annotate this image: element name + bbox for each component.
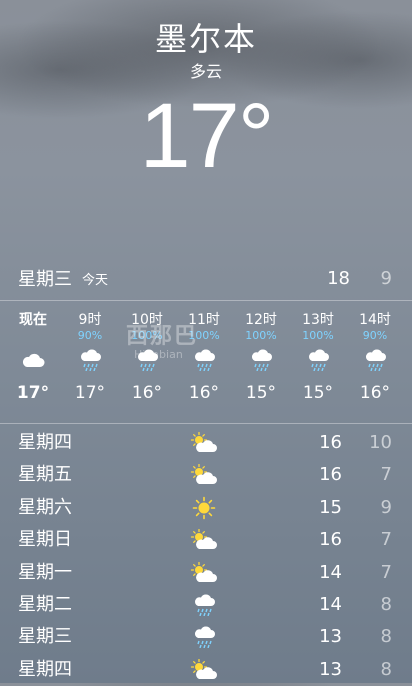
daily-row: 星期四 13 8 <box>0 654 412 686</box>
hour-temperature: 17° <box>74 383 106 403</box>
day-name: 星期四 <box>18 658 72 680</box>
day-high-temp: 13 <box>319 626 342 648</box>
hourly-item: 12时 100% 15° <box>232 305 290 417</box>
day-name: 星期四 <box>18 432 72 453</box>
hour-time: 现在 <box>19 312 47 328</box>
today-high-temp: 18 <box>327 267 350 289</box>
hour-temperature: 17° <box>16 383 50 403</box>
hourly-item: 10时 100% 16° <box>118 305 176 417</box>
hour-time: 9时 <box>78 312 102 328</box>
hour-precip-chance: 100% <box>131 329 163 342</box>
today-summary: 星期三 今天 18 9 <box>18 264 392 292</box>
cloud-rain-icon <box>346 343 404 377</box>
daily-row: 星期三 13 8 <box>0 621 412 653</box>
hourly-item: 9时 90% 17° <box>61 305 119 417</box>
partly-cloudy-icon <box>189 560 219 586</box>
daily-row: 星期二 14 8 <box>0 589 412 621</box>
cloud-icon <box>4 343 62 377</box>
hourly-item: 现在 17° <box>4 305 62 417</box>
day-name: 星期一 <box>18 561 72 583</box>
current-temperature: 17° <box>139 85 274 187</box>
hour-time: 13时 <box>302 312 334 328</box>
hour-precip-chance <box>4 329 62 343</box>
hour-temperature: 16° <box>131 383 163 403</box>
hour-precip-chance: 100% <box>188 329 220 342</box>
hourly-item: 14时 90% 16° <box>346 305 404 417</box>
day-low-temp: 7 <box>380 529 392 551</box>
current-condition: 多云 <box>189 62 222 81</box>
day-name: 星期日 <box>18 529 72 551</box>
cloud-rain-icon <box>175 343 233 377</box>
hour-temperature: 16° <box>188 383 220 403</box>
cloud-rain-icon <box>189 624 219 650</box>
cloud-rain-icon <box>61 343 119 377</box>
today-day-label: 星期三 <box>18 269 72 290</box>
partly-cloudy-icon <box>189 657 219 683</box>
hourly-item: 11时 100% 16° <box>175 305 233 417</box>
hour-temperature: 15° <box>302 383 334 403</box>
day-low-temp: 7 <box>380 561 392 583</box>
hour-temperature: 16° <box>359 383 391 403</box>
hour-time: 12时 <box>245 312 277 328</box>
hour-temperature: 15° <box>245 383 277 403</box>
daily-row: 星期五 16 7 <box>0 459 412 491</box>
cloud-rain-icon <box>118 343 176 377</box>
day-name: 星期二 <box>18 593 72 615</box>
day-high-temp: 16 <box>319 529 342 551</box>
cloud-rain-icon <box>289 343 347 377</box>
day-low-temp: 10 <box>369 432 392 453</box>
today-low-temp: 9 <box>380 267 392 289</box>
hour-time: 10时 <box>131 312 163 328</box>
day-high-temp: 14 <box>319 561 342 583</box>
today-tag: 今天 <box>82 272 109 288</box>
partly-cloudy-icon <box>189 430 219 456</box>
hour-time: 14时 <box>359 312 391 328</box>
hourly-item: 13时 100% 15° <box>289 305 347 417</box>
cloud-rain-icon <box>232 343 290 377</box>
cloud-rain-icon <box>189 592 219 618</box>
hour-precip-chance: 100% <box>245 329 277 342</box>
day-high-temp: 16 <box>319 464 342 486</box>
divider-bottom <box>0 423 412 424</box>
day-name: 星期六 <box>18 496 72 518</box>
partly-cloudy-icon <box>189 527 219 553</box>
divider-top <box>0 300 412 301</box>
daily-forecast[interactable]: 星期四 16 10 星期五 16 7 星期六 15 9 星期日 16 7 星期一 14 7 星期二 14 8 星期三… <box>0 427 412 686</box>
hour-precip-chance: 90% <box>77 329 103 342</box>
hour-precip-chance: 100% <box>302 329 334 342</box>
daily-row: 星期日 16 7 <box>0 524 412 556</box>
hour-time: 11时 <box>188 312 220 328</box>
day-name: 星期三 <box>18 626 72 648</box>
day-name: 星期五 <box>18 464 72 486</box>
day-high-temp: 13 <box>319 658 342 680</box>
day-low-temp: 7 <box>380 464 392 486</box>
day-low-temp: 9 <box>380 496 392 518</box>
daily-row: 星期四 16 10 <box>0 427 412 459</box>
day-low-temp: 8 <box>380 658 392 680</box>
hour-precip-chance: 90% <box>362 329 388 342</box>
hourly-forecast[interactable]: 现在 17° 9时 90% 17° 10时 100% 16° 11时 100% 16° 12时 100%… <box>4 305 412 417</box>
day-low-temp: 8 <box>380 626 392 648</box>
day-low-temp: 8 <box>380 593 392 615</box>
day-high-temp: 15 <box>319 496 342 518</box>
daily-row: 星期六 15 9 <box>0 492 412 524</box>
sun-icon <box>189 495 219 521</box>
daily-row: 星期一 14 7 <box>0 557 412 589</box>
day-high-temp: 14 <box>319 593 342 615</box>
day-high-temp: 16 <box>319 432 342 453</box>
partly-cloudy-icon <box>189 462 219 488</box>
city-name: 墨尔本 <box>154 20 257 58</box>
